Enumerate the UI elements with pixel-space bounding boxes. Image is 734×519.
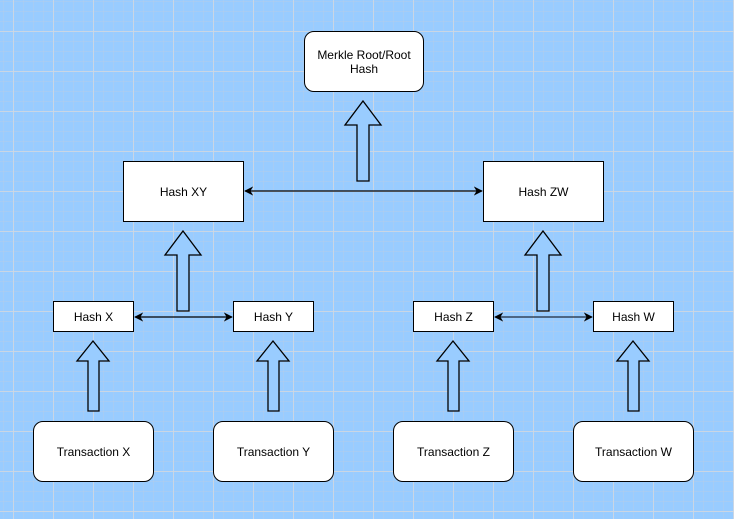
- hash-z-label: Hash Z: [434, 309, 473, 324]
- hash-x-label: Hash X: [73, 309, 114, 324]
- transaction-z-node[interactable]: Transaction Z: [393, 421, 514, 482]
- transaction-y-node[interactable]: Transaction Y: [213, 421, 334, 482]
- hash-zw-node[interactable]: Hash ZW: [483, 161, 604, 222]
- hash-w-node[interactable]: Hash W: [593, 301, 674, 332]
- transaction-x-node[interactable]: Transaction X: [33, 421, 154, 482]
- hash-y-node[interactable]: Hash Y: [233, 301, 314, 332]
- transaction-w-node[interactable]: Transaction W: [573, 421, 694, 482]
- transaction-w-label: Transaction W: [595, 444, 672, 459]
- hash-xy-label: Hash XY: [159, 184, 208, 199]
- hash-xy-node[interactable]: Hash XY: [123, 161, 244, 222]
- hash-z-node[interactable]: Hash Z: [413, 301, 494, 332]
- merkle-root-label: Merkle Root/Root Hash: [317, 47, 411, 76]
- hash-y-label: Hash Y: [253, 309, 294, 324]
- transaction-z-label: Transaction Z: [417, 444, 490, 459]
- hash-w-label: Hash W: [612, 309, 655, 324]
- transaction-y-label: Transaction Y: [236, 444, 311, 459]
- merkle-tree-diagram: Merkle Root/Root Hash Hash XY Hash ZW Ha…: [0, 0, 734, 519]
- hash-zw-label: Hash ZW: [518, 184, 569, 199]
- hash-x-node[interactable]: Hash X: [53, 301, 134, 332]
- merkle-root-node[interactable]: Merkle Root/Root Hash: [304, 31, 424, 92]
- transaction-x-label: Transaction X: [56, 444, 131, 459]
